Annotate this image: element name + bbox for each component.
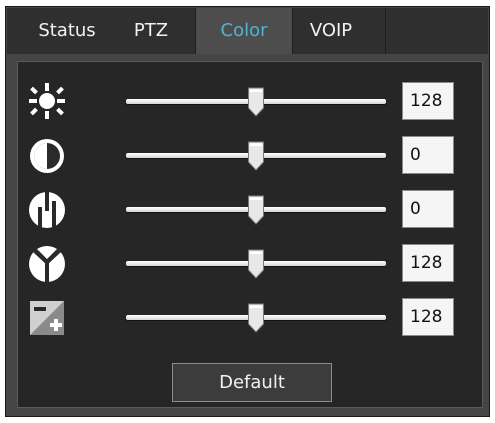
- slider-thumb[interactable]: [248, 141, 265, 171]
- tab-divider: [385, 8, 386, 54]
- color-settings-area: 128 0 0 128 128 Default: [17, 61, 483, 408]
- slider-thumb[interactable]: [248, 87, 265, 117]
- saturation-value-input[interactable]: 0: [402, 190, 454, 228]
- hue-icon: [29, 246, 65, 283]
- tab-status[interactable]: Status: [25, 8, 109, 54]
- brightness-icon: [29, 83, 65, 119]
- sharpness-icon: [30, 301, 64, 335]
- camera-settings-panel: Status PTZ Color VOIP 128 0 0 128 128 De…: [5, 6, 490, 417]
- slider-thumb[interactable]: [248, 303, 265, 333]
- tab-voip[interactable]: VOIP: [293, 8, 369, 54]
- saturation-row: 0: [18, 187, 482, 235]
- default-button[interactable]: Default: [172, 363, 332, 402]
- tab-ptz[interactable]: PTZ: [111, 8, 191, 54]
- tab-bar: Status PTZ Color VOIP: [7, 8, 488, 54]
- contrast-value-input[interactable]: 0: [402, 136, 454, 174]
- saturation-slider[interactable]: [126, 195, 386, 225]
- brightness-slider[interactable]: [126, 87, 386, 117]
- contrast-slider[interactable]: [126, 141, 386, 171]
- hue-row: 128: [18, 241, 482, 289]
- tab-color[interactable]: Color: [196, 8, 292, 54]
- hue-slider[interactable]: [126, 249, 386, 279]
- slider-thumb[interactable]: [248, 195, 265, 225]
- contrast-row: 0: [18, 133, 482, 181]
- sharpness-slider[interactable]: [126, 303, 386, 333]
- saturation-icon: [29, 191, 65, 228]
- sharpness-value-input[interactable]: 128: [402, 298, 454, 336]
- brightness-value-input[interactable]: 128: [402, 82, 454, 120]
- contrast-icon: [30, 139, 64, 173]
- sharpness-row: 128: [18, 295, 482, 343]
- brightness-row: 128: [18, 79, 482, 127]
- hue-value-input[interactable]: 128: [402, 244, 454, 282]
- slider-thumb[interactable]: [248, 249, 265, 279]
